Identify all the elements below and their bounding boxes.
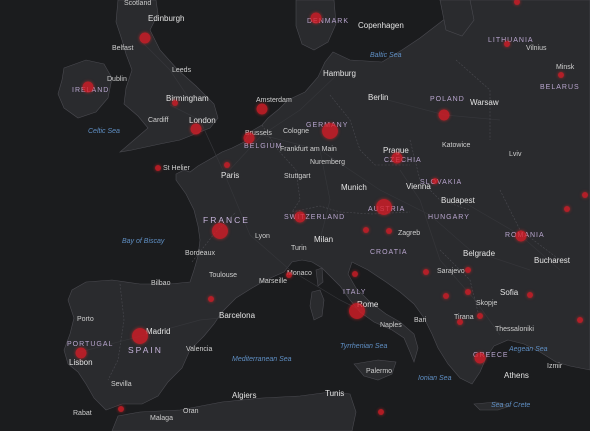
case-marker-montenegro[interactable]	[443, 293, 449, 299]
case-marker-poland[interactable]	[438, 109, 450, 121]
case-marker-london[interactable]	[190, 123, 202, 135]
case-marker-kosovo[interactable]	[465, 289, 471, 295]
case-marker-san-marino[interactable]	[352, 271, 358, 277]
case-marker-serbia[interactable]	[465, 267, 471, 273]
case-marker-malta[interactable]	[378, 409, 384, 415]
case-marker-bosnia-and-herzegovina[interactable]	[423, 269, 429, 275]
case-marker-ukraine[interactable]	[582, 192, 588, 198]
map-view[interactable]: Baltic Sea Celtic Sea Bay of Biscay Mediter…	[0, 0, 590, 431]
case-marker-belgium[interactable]	[243, 132, 255, 144]
case-marker-ireland[interactable]	[82, 81, 94, 93]
case-marker-greece[interactable]	[474, 352, 486, 364]
case-marker-france[interactable]	[212, 223, 228, 239]
case-marker-paris[interactable]	[224, 162, 230, 168]
case-marker-belarus[interactable]	[558, 72, 564, 78]
case-marker-turkey[interactable]	[577, 317, 583, 323]
case-marker-north-macedonia[interactable]	[477, 313, 483, 319]
case-marker-moldova[interactable]	[564, 206, 570, 212]
case-marker-italy[interactable]	[349, 303, 365, 319]
case-marker-switzerland[interactable]	[294, 211, 306, 223]
case-marker-birmingham[interactable]	[172, 100, 178, 106]
case-marker-albania[interactable]	[457, 319, 463, 325]
case-marker-germany[interactable]	[322, 123, 338, 139]
case-marker-monaco[interactable]	[286, 272, 292, 278]
case-marker-austria[interactable]	[376, 199, 392, 215]
case-marker-lithuania[interactable]	[504, 41, 510, 47]
case-marker-slovenia[interactable]	[363, 227, 369, 233]
case-marker-portugal[interactable]	[75, 347, 87, 359]
case-marker-edinburgh[interactable]	[139, 32, 151, 44]
case-marker-andorra[interactable]	[208, 296, 214, 302]
case-marker-romania[interactable]	[515, 230, 527, 242]
case-marker-denmark[interactable]	[310, 12, 322, 24]
case-marker-croatia[interactable]	[386, 228, 392, 234]
case-marker-slovakia[interactable]	[432, 178, 438, 184]
case-marker-gibraltar[interactable]	[118, 406, 124, 412]
case-marker-spain[interactable]	[132, 328, 148, 344]
case-marker-jersey[interactable]	[155, 165, 161, 171]
case-marker-netherlands[interactable]	[256, 103, 268, 115]
case-marker-czechia[interactable]	[391, 152, 403, 164]
case-marker-bulgaria[interactable]	[527, 292, 533, 298]
